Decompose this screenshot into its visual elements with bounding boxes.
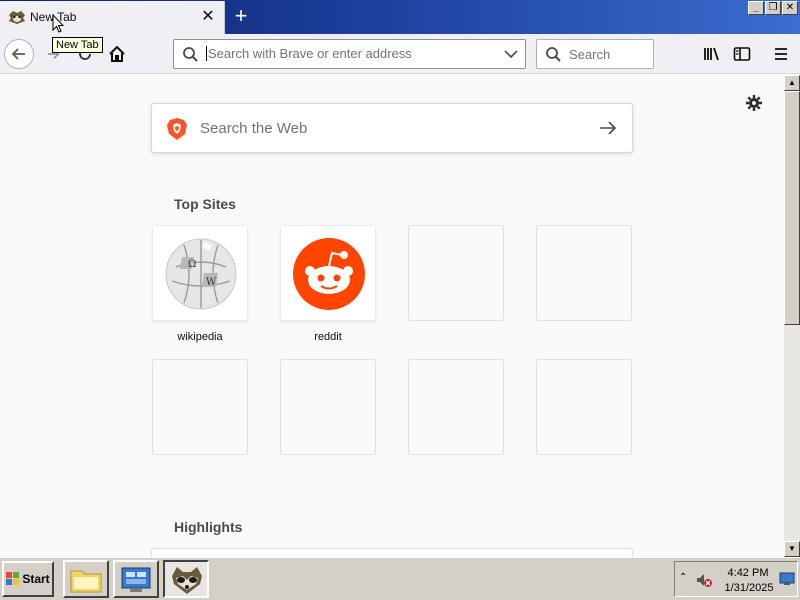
wikipedia-logo-icon: Ω W bbox=[165, 238, 237, 310]
scrollbar-thumb[interactable] bbox=[784, 91, 800, 325]
start-label: Start bbox=[22, 572, 50, 586]
chevron-down-icon[interactable] bbox=[504, 49, 518, 59]
hamburger-menu-icon bbox=[775, 48, 787, 60]
home-button[interactable] bbox=[102, 39, 132, 69]
brave-logo-icon bbox=[167, 118, 187, 140]
sidebar-icon bbox=[733, 47, 751, 61]
tab-close-icon[interactable]: ✕ bbox=[198, 7, 218, 27]
svg-text:Ω: Ω bbox=[188, 259, 196, 270]
scroll-down-arrow-icon[interactable]: ▼ bbox=[784, 541, 800, 557]
title-bar: New Tab ✕ + _ ❐ ✕ bbox=[0, 0, 800, 34]
volume-muted-icon[interactable] bbox=[695, 571, 713, 589]
new-tab-page: Search the Web Top Sites Ω W wikipedia r… bbox=[0, 75, 784, 557]
top-site-empty-slot bbox=[408, 359, 504, 455]
top-site-label-wikipedia: wikipedia bbox=[177, 331, 223, 343]
tab-tooltip: New Tab bbox=[52, 37, 103, 53]
restore-button[interactable]: ❐ bbox=[765, 1, 781, 15]
control-panel-icon bbox=[121, 567, 151, 592]
top-site-empty-slot bbox=[536, 225, 632, 321]
new-tab-button[interactable]: + bbox=[228, 3, 254, 29]
search-icon bbox=[546, 47, 561, 62]
browser-raccoon-icon bbox=[172, 567, 202, 594]
library-button[interactable] bbox=[696, 39, 726, 69]
taskbar-control-panel[interactable] bbox=[113, 560, 159, 598]
vertical-scrollbar[interactable]: ▲ ▼ bbox=[784, 75, 800, 557]
back-arrow-icon bbox=[11, 48, 25, 60]
reddit-logo-icon bbox=[293, 238, 365, 310]
library-icon bbox=[704, 47, 719, 61]
taskbar: Start ⌃ 4:42 PM 1/31/2025 bbox=[0, 557, 800, 600]
web-search-box[interactable]: Search the Web bbox=[151, 103, 633, 153]
clock-date[interactable]: 1/31/2025 bbox=[719, 582, 779, 594]
top-site-tile-wikipedia[interactable]: Ω W bbox=[152, 225, 248, 321]
tab-new-tab[interactable]: New Tab ✕ bbox=[0, 1, 225, 34]
taskbar-brave-browser[interactable] bbox=[163, 560, 209, 598]
tray-expand-icon[interactable]: ⌃ bbox=[679, 572, 687, 583]
top-site-empty-slot bbox=[536, 359, 632, 455]
start-button[interactable]: Start bbox=[2, 561, 54, 597]
address-input[interactable]: Search with Brave or enter address bbox=[206, 46, 412, 61]
menu-button[interactable] bbox=[766, 39, 796, 69]
sidebar-button[interactable] bbox=[727, 39, 757, 69]
top-site-label-reddit: reddit bbox=[314, 331, 342, 343]
minimize-button[interactable]: _ bbox=[748, 1, 764, 15]
browser-favicon-icon bbox=[9, 11, 25, 24]
search-bar[interactable]: Search bbox=[536, 39, 654, 69]
search-input[interactable]: Search bbox=[569, 47, 610, 62]
mouse-cursor-icon bbox=[52, 14, 64, 33]
clock-time[interactable]: 4:42 PM bbox=[723, 567, 773, 579]
windows-logo-icon bbox=[6, 572, 20, 585]
gear-icon[interactable] bbox=[745, 94, 763, 112]
top-site-empty-slot bbox=[408, 225, 504, 321]
scroll-up-arrow-icon[interactable]: ▲ bbox=[784, 75, 800, 91]
web-search-placeholder[interactable]: Search the Web bbox=[200, 120, 307, 137]
search-icon bbox=[183, 47, 198, 62]
address-bar[interactable]: Search with Brave or enter address bbox=[173, 39, 526, 69]
top-sites-heading: Top Sites bbox=[174, 196, 236, 212]
top-site-empty-slot bbox=[280, 359, 376, 455]
home-icon bbox=[109, 45, 125, 62]
back-button[interactable] bbox=[4, 39, 34, 69]
top-site-empty-slot bbox=[152, 359, 248, 455]
taskbar-file-explorer[interactable] bbox=[63, 560, 109, 598]
highlights-heading: Highlights bbox=[174, 519, 243, 535]
navigation-toolbar: Search with Brave or enter address Searc… bbox=[0, 34, 800, 74]
svg-text:W: W bbox=[206, 277, 217, 288]
arrow-right-icon[interactable] bbox=[598, 118, 618, 138]
folder-icon bbox=[70, 570, 102, 593]
highlights-card[interactable] bbox=[151, 548, 633, 557]
show-desktop-icon[interactable] bbox=[779, 572, 795, 586]
system-tray: ⌃ 4:42 PM 1/31/2025 bbox=[674, 561, 798, 597]
top-site-tile-reddit[interactable] bbox=[280, 225, 376, 321]
close-window-button[interactable]: ✕ bbox=[782, 1, 798, 15]
